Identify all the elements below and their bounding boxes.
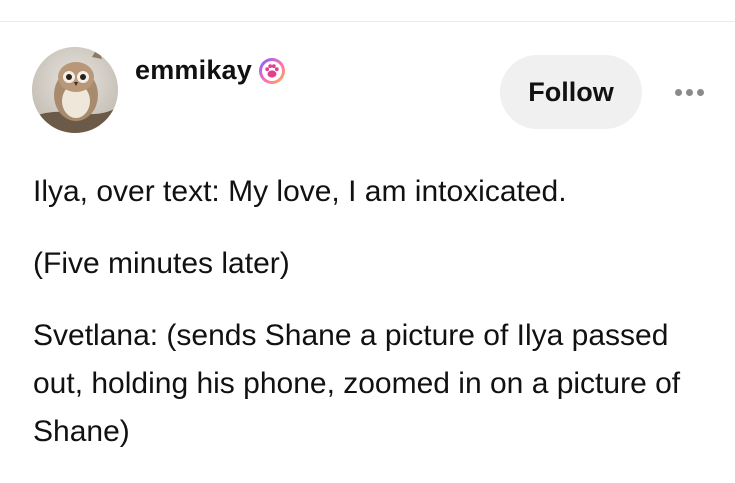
owl-avatar-icon: [32, 47, 118, 133]
ellipsis-icon: [685, 88, 693, 96]
post-card: emmikay Follow Ilya, over text: My love,…: [0, 0, 735, 483]
avatar[interactable]: [32, 47, 118, 133]
post-paragraph: Ilya, over text: My love, I am intoxicat…: [33, 175, 567, 208]
ellipsis-icon: [696, 88, 704, 96]
paw-badge-icon: [258, 57, 286, 85]
username-row: emmikay: [135, 55, 286, 86]
post-paragraph: Svetlana: (sends Shane a picture of Ilya…: [33, 319, 681, 448]
post-header: emmikay Follow: [32, 47, 707, 137]
follow-button[interactable]: Follow: [500, 55, 642, 129]
post-paragraph: (Five minutes later): [33, 247, 290, 280]
more-options-button[interactable]: [669, 77, 709, 107]
post-body: Ilya, over text: My love, I am intoxicat…: [33, 168, 713, 480]
ellipsis-icon: [674, 88, 682, 96]
divider: [0, 21, 735, 22]
username[interactable]: emmikay: [135, 55, 252, 86]
